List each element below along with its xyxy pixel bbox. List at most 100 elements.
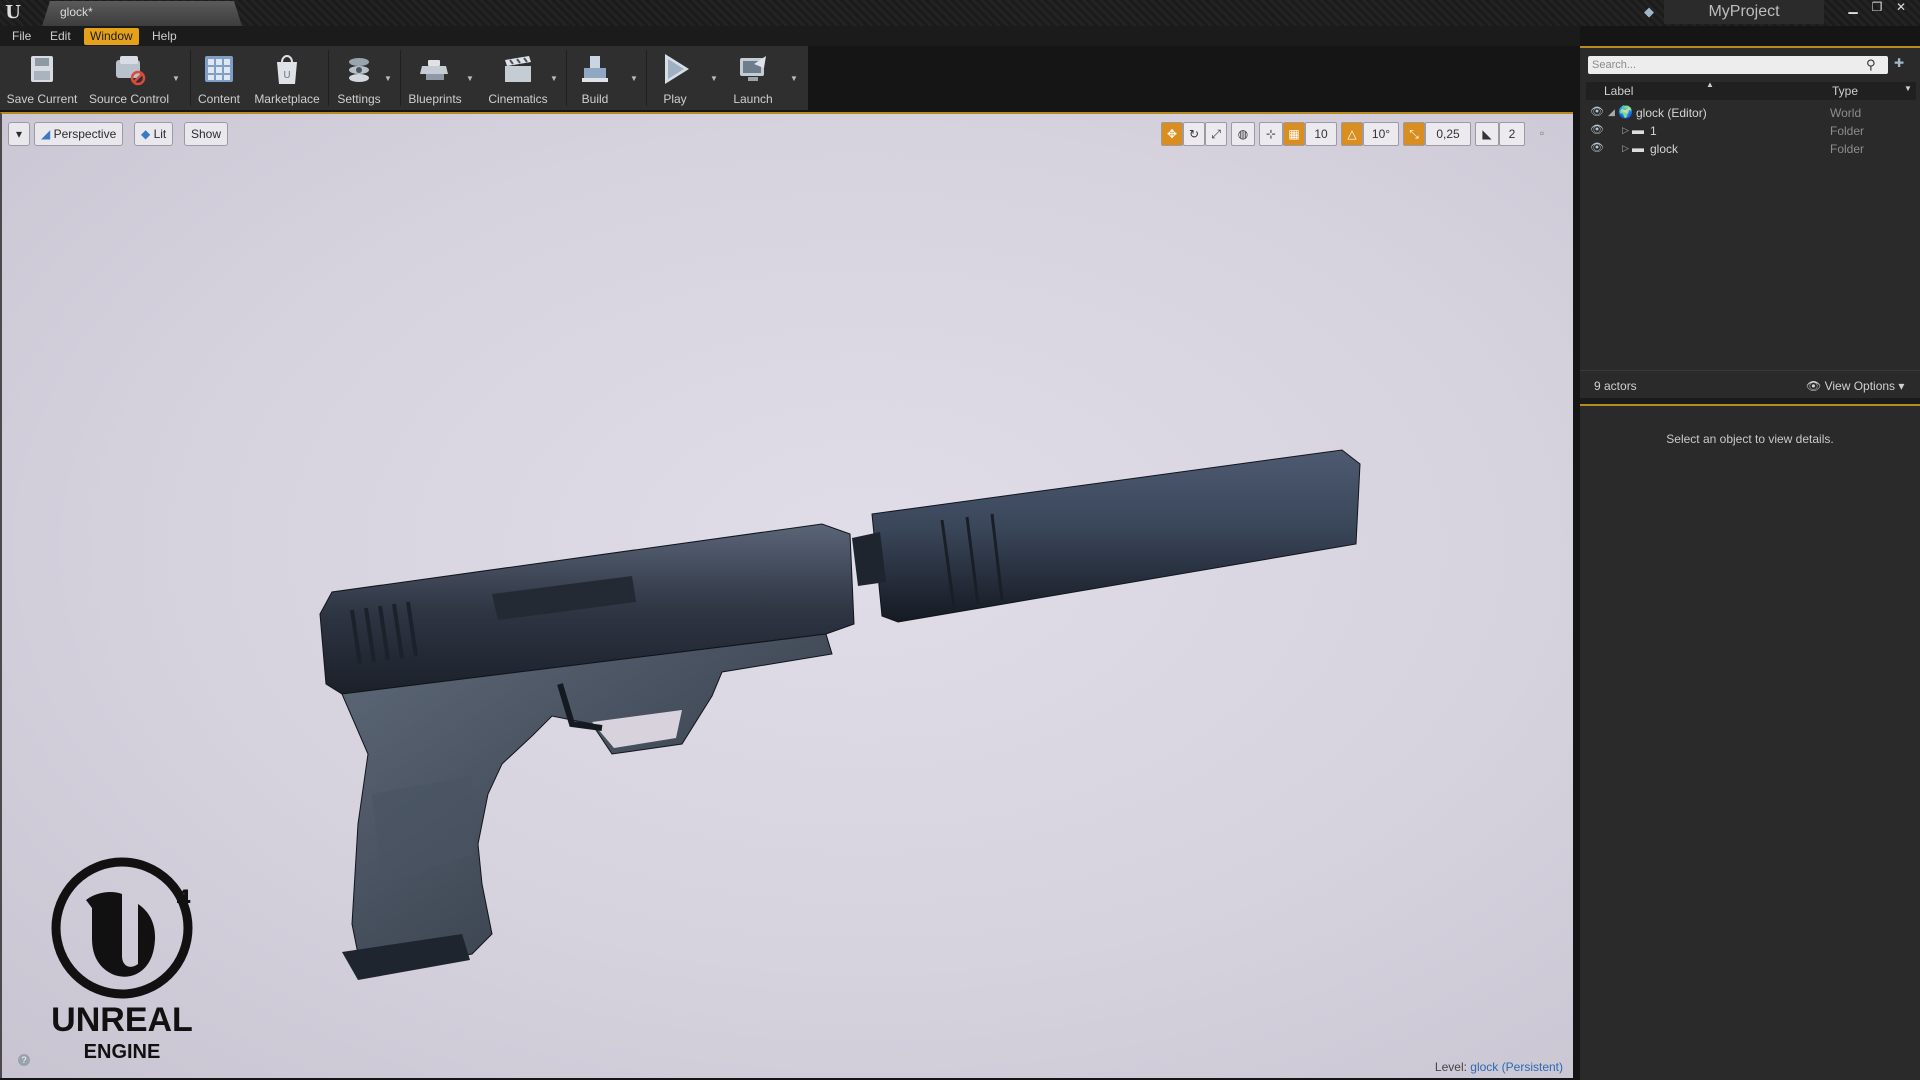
save-current-button[interactable]: Save Current <box>6 48 78 108</box>
search-placeholder: Search... <box>1592 59 1637 71</box>
settings-dropdown-icon[interactable]: ▼ <box>384 74 394 84</box>
pistol-model[interactable] <box>302 324 1382 984</box>
launch-dropdown-icon[interactable]: ▼ <box>790 74 800 84</box>
scale-mode-icon[interactable]: ⤢ <box>1205 122 1227 146</box>
row-label: glock (Editor) <box>1636 106 1707 120</box>
show-button[interactable]: Show <box>184 122 229 146</box>
menu-bar: File Edit Window Help <box>0 26 1580 46</box>
column-options-icon[interactable]: ▼ <box>1904 84 1912 93</box>
settings-button[interactable]: Settings <box>332 48 386 108</box>
menu-edit[interactable]: Edit <box>44 28 77 45</box>
scale-snap-icon[interactable]: ⤡ <box>1403 122 1425 146</box>
project-icon: ◆ <box>1644 4 1654 19</box>
document-tab-label: glock* <box>60 5 93 19</box>
menu-window[interactable]: Window <box>84 28 139 45</box>
rotation-snap-icon[interactable]: △ <box>1341 122 1363 146</box>
launch-button[interactable]: Launch <box>728 48 778 108</box>
cinematics-dropdown-icon[interactable]: ▼ <box>550 74 560 84</box>
column-label[interactable]: Label <box>1604 84 1633 98</box>
source-control-dropdown-icon[interactable]: ▼ <box>172 74 182 84</box>
folder-icon: ▬ <box>1632 141 1644 155</box>
folder-icon: ▬ <box>1632 123 1644 137</box>
visibility-eye-icon[interactable]: 👁 <box>1590 123 1606 136</box>
chevron-down-icon: ▾ <box>15 127 23 141</box>
row-label: glock <box>1650 142 1679 156</box>
perspective-button[interactable]: ◢ Perspective <box>34 122 124 146</box>
chevron-down-icon: ▾ <box>1898 379 1905 393</box>
source-control-icon <box>116 56 146 86</box>
perspective-label: Perspective <box>53 127 117 141</box>
minimize-button[interactable]: ▁ <box>1842 0 1864 16</box>
outliner-row-world[interactable]: 👁 ◢ 🌍 glock (Editor) World <box>1586 104 1916 122</box>
grid-snap-icon[interactable]: ▦ <box>1283 122 1305 146</box>
viewport-options-button[interactable]: ▾ <box>8 122 30 146</box>
play-button[interactable]: Play <box>652 48 698 108</box>
column-type[interactable]: Type <box>1832 84 1858 98</box>
source-control-button[interactable]: Source Control <box>86 48 172 108</box>
logo-text-engine: ENGINE <box>84 1041 161 1063</box>
blueprints-icon <box>420 60 448 80</box>
lit-label: Lit <box>153 127 167 141</box>
translate-mode-icon[interactable]: ✥ <box>1161 122 1183 146</box>
expand-arrow-icon[interactable]: ▷ <box>1622 125 1629 136</box>
level-name: glock (Persistent) <box>1470 1060 1563 1074</box>
lit-button[interactable]: ◆ Lit <box>134 122 174 146</box>
row-type: Folder <box>1830 142 1865 156</box>
close-button[interactable]: ✕ <box>1890 0 1912 16</box>
level-prefix: Level: <box>1434 1060 1467 1074</box>
search-icon[interactable]: ⚲ <box>1866 57 1882 73</box>
level-viewport[interactable]: ▾ ◢ Perspective ◆ Lit Show ✥ ↻ ⤢ ◍ ⊹ ▦ 1… <box>0 112 1573 1078</box>
view-options-label: View Options <box>1824 379 1896 393</box>
camera-speed-value[interactable]: 2 <box>1499 122 1525 146</box>
cinematics-icon <box>505 56 531 82</box>
details-empty-message: Select an object to view details. <box>1666 432 1834 446</box>
help-icon[interactable]: ? <box>18 1054 30 1066</box>
marketplace-button[interactable]: U Marketplace <box>252 48 322 108</box>
main-toolbar: Save Current Source Control ▼ Content U … <box>0 46 808 110</box>
outliner-row-folder-glock[interactable]: 👁 ▷ ▬ glock Folder <box>1586 140 1916 158</box>
save-icon <box>31 56 53 82</box>
build-icon <box>582 56 608 82</box>
view-options-button[interactable]: 👁 View Options ▾ <box>1806 379 1904 393</box>
outliner-row-folder-1[interactable]: 👁 ▷ ▬ 1 Folder <box>1586 122 1916 140</box>
play-dropdown-icon[interactable]: ▼ <box>710 74 720 84</box>
camera-speed-icon[interactable]: ◣ <box>1475 122 1499 146</box>
menu-file[interactable]: File <box>6 28 37 45</box>
rotation-snap-value[interactable]: 10° <box>1363 122 1399 146</box>
expand-arrow-icon[interactable]: ◢ <box>1608 107 1615 118</box>
maximize-viewport-icon[interactable]: ▫ <box>1535 122 1549 146</box>
build-dropdown-icon[interactable]: ▼ <box>630 74 640 84</box>
toolbar-separator <box>400 50 401 106</box>
cinematics-button[interactable]: Cinematics <box>484 48 552 108</box>
document-tab[interactable]: glock* <box>42 1 242 26</box>
expand-arrow-icon[interactable]: ▷ <box>1622 143 1629 154</box>
blueprints-button[interactable]: Blueprints <box>404 48 466 108</box>
launch-icon <box>740 56 766 81</box>
menu-help[interactable]: Help <box>146 28 183 45</box>
sort-ascending-icon[interactable]: ▲ <box>1706 80 1714 89</box>
restore-button[interactable]: ❐ <box>1866 0 1888 16</box>
build-button[interactable]: Build <box>572 48 618 108</box>
world-outliner: Search... ⚲ ✚ Label ▲ Type ▼ 👁 ◢ 🌍 glock… <box>1580 46 1920 398</box>
unreal-engine-logo: 4 UNREAL ENGINE <box>51 857 193 1063</box>
visibility-eye-icon[interactable]: 👁 <box>1590 141 1606 154</box>
rotate-mode-icon[interactable]: ↻ <box>1183 122 1205 146</box>
project-name: MyProject <box>1664 0 1824 24</box>
logo-text-unreal: UNREAL <box>51 1001 193 1039</box>
outliner-search-input[interactable]: Search... <box>1588 56 1888 74</box>
grid-snap-value[interactable]: 10 <box>1305 122 1337 146</box>
world-space-icon[interactable]: ◍ <box>1231 122 1255 146</box>
perspective-icon: ◢ <box>41 127 51 141</box>
outliner-footer: 9 actors 👁 View Options ▾ <box>1580 370 1920 398</box>
add-actor-icon[interactable]: ✚ <box>1894 56 1910 72</box>
row-label: 1 <box>1650 124 1657 138</box>
visibility-eye-icon[interactable]: 👁 <box>1590 105 1606 118</box>
surface-snap-icon[interactable]: ⊹ <box>1259 122 1283 146</box>
svg-text:4: 4 <box>176 887 191 912</box>
blueprints-dropdown-icon[interactable]: ▼ <box>466 74 476 84</box>
world-icon: 🌍 <box>1618 105 1633 119</box>
scale-snap-value[interactable]: 0,25 <box>1425 122 1471 146</box>
unreal-logo-icon: U <box>5 2 21 23</box>
settings-icon <box>349 58 369 82</box>
content-button[interactable]: Content <box>194 48 244 108</box>
